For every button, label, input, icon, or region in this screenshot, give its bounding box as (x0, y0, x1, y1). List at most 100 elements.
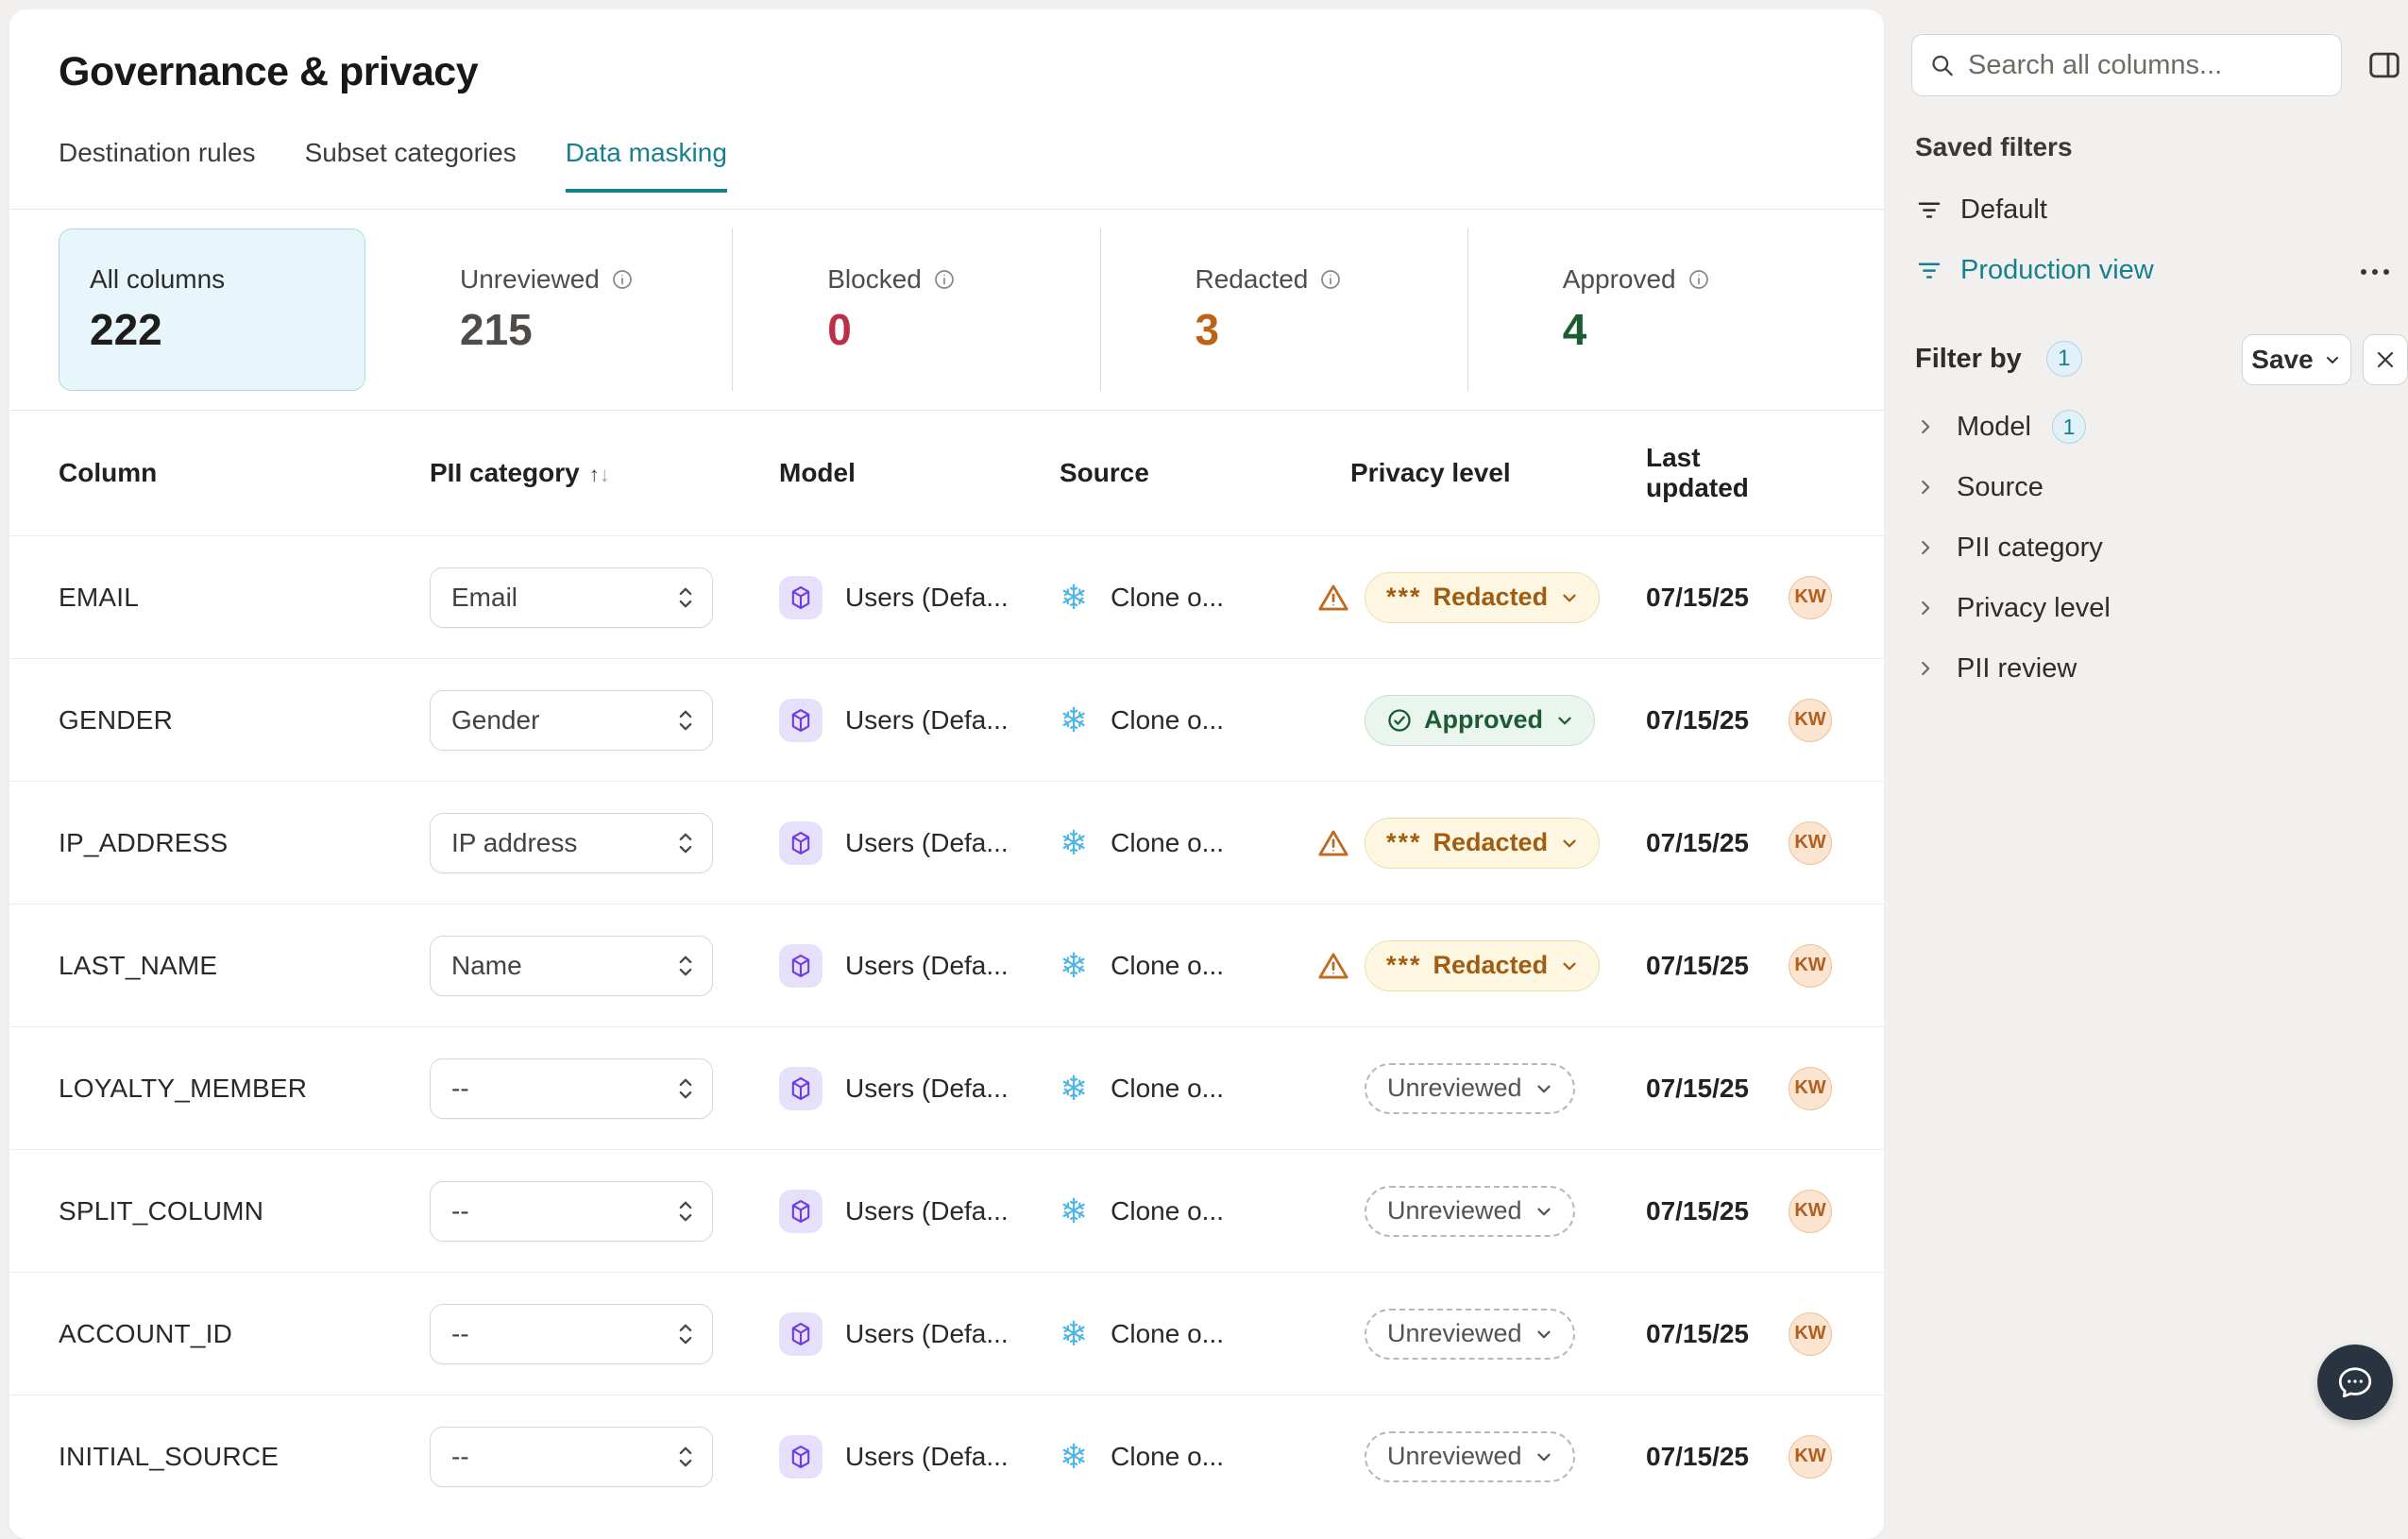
filter-group-label: PII review (1957, 652, 2077, 684)
chevron-right-icon (1922, 600, 1930, 616)
avatar[interactable]: KW (1789, 1066, 1832, 1110)
source-cell[interactable]: ❄ Clone o... (1060, 825, 1317, 860)
stepper-icon (679, 1201, 692, 1221)
saved-filter-label: Default (1960, 194, 2047, 225)
filter-group[interactable]: Privacy level (1915, 578, 2382, 638)
table-row: EMAIL Email Users (Defa... ❄ Clone o... … (9, 535, 1884, 658)
header-model[interactable]: Model (779, 458, 1060, 488)
model-name: Users (Defa... (845, 827, 1009, 857)
tab[interactable]: Destination rules (59, 138, 256, 193)
filter-group[interactable]: PII review (1915, 638, 2382, 699)
pii-select-value: -- (451, 1195, 469, 1226)
model-name: Users (Defa... (845, 1195, 1009, 1226)
avatar[interactable]: KW (1789, 820, 1832, 865)
stepper-icon (679, 587, 692, 607)
pii-category-select[interactable]: Email (430, 567, 713, 628)
filter-group[interactable]: PII category (1915, 517, 2382, 578)
stepper-icon (679, 1078, 692, 1098)
avatar[interactable]: KW (1789, 698, 1832, 742)
stat-all-columns[interactable]: All columns 222 (59, 228, 365, 391)
header-last-updated[interactable]: Last updated (1601, 443, 1789, 503)
chevron-right-icon (1922, 419, 1930, 434)
model-cell[interactable]: Users (Defa... (779, 820, 1060, 865)
chat-fab-button[interactable] (2317, 1345, 2393, 1420)
model-cell[interactable]: Users (Defa... (779, 698, 1060, 742)
source-cell[interactable]: ❄ Clone o... (1060, 1316, 1317, 1351)
privacy-badge[interactable]: Approved (1365, 694, 1596, 746)
avatar[interactable]: KW (1789, 1434, 1832, 1479)
privacy-badge[interactable]: *** Redacted (1365, 939, 1601, 991)
filter-group[interactable]: Model 1 (1915, 397, 2382, 457)
tab[interactable]: Data masking (565, 138, 727, 193)
model-name: Users (Defa... (845, 1441, 1009, 1471)
stat-item[interactable]: Blocked 0 (732, 228, 1099, 391)
search-input[interactable] (1968, 49, 2324, 81)
saved-filter-item[interactable]: Default (1915, 179, 2382, 240)
header-pii-category[interactable]: PII category ↑↓ (430, 458, 779, 488)
filter-icon (1918, 202, 1941, 218)
filter-group[interactable]: Source (1915, 457, 2382, 517)
pii-category-select[interactable]: -- (430, 1303, 713, 1364)
model-cube-icon (779, 943, 822, 988)
source-cell[interactable]: ❄ Clone o... (1060, 1193, 1317, 1228)
table-header: Column PII category ↑↓ Model Source Priva… (9, 411, 1884, 535)
sort-icon[interactable]: ↑↓ (589, 463, 610, 486)
privacy-badge[interactable]: Unreviewed (1365, 1430, 1575, 1482)
privacy-badge[interactable]: Unreviewed (1365, 1185, 1575, 1237)
model-cell[interactable]: Users (Defa... (779, 943, 1060, 988)
avatar[interactable]: KW (1789, 575, 1832, 619)
privacy-label: Unreviewed (1387, 1319, 1522, 1347)
column-name: LOYALTY_MEMBER (59, 1073, 308, 1103)
saved-filter-menu-button[interactable] (2361, 261, 2404, 283)
model-cell[interactable]: Users (Defa... (779, 1066, 1060, 1110)
privacy-cell: *** Redacted (1317, 571, 1601, 623)
stat-item[interactable]: Redacted 3 (1099, 228, 1467, 391)
tab[interactable]: Subset categories (305, 138, 517, 193)
table-row: ACCOUNT_ID -- Users (Defa... ❄ Clone o..… (9, 1272, 1884, 1395)
tab-label: Subset categories (304, 138, 517, 167)
stat-item[interactable]: Unreviewed 215 (365, 228, 732, 391)
close-filters-button[interactable] (2363, 334, 2408, 385)
model-cell[interactable]: Users (Defa... (779, 1434, 1060, 1479)
pii-category-select[interactable]: -- (430, 1426, 713, 1487)
source-cell[interactable]: ❄ Clone o... (1060, 1439, 1317, 1474)
info-icon (613, 270, 632, 289)
header-column[interactable]: Column (59, 458, 430, 488)
filter-group-count: 1 (2052, 410, 2086, 444)
source-cell[interactable]: ❄ Clone o... (1060, 702, 1317, 737)
model-cell[interactable]: Users (Defa... (779, 575, 1060, 619)
table-row: SPLIT_COLUMN -- Users (Defa... ❄ Clone o… (9, 1149, 1884, 1272)
source-cell[interactable]: ❄ Clone o... (1060, 580, 1317, 615)
privacy-badge[interactable]: Unreviewed (1365, 1062, 1575, 1114)
pii-category-select[interactable]: -- (430, 1057, 713, 1119)
stat-item[interactable]: Approved 4 (1467, 228, 1835, 391)
stepper-icon (679, 1324, 692, 1344)
source-cell[interactable]: ❄ Clone o... (1060, 1071, 1317, 1106)
saved-filter-item[interactable]: Production view (1915, 240, 2382, 300)
pii-category-select[interactable]: IP address (430, 812, 713, 873)
avatar[interactable]: KW (1789, 943, 1832, 988)
redaction-asterisks: *** (1386, 951, 1422, 979)
filter-group-label: Model (1957, 411, 2031, 442)
save-filter-button[interactable]: Save (2242, 334, 2351, 385)
filter-by-label: Filter by (1915, 343, 2022, 374)
privacy-badge[interactable]: *** Redacted (1365, 817, 1601, 869)
privacy-badge[interactable]: Unreviewed (1365, 1308, 1575, 1360)
table-row: GENDER Gender Users (Defa... ❄ Clone o..… (9, 658, 1884, 781)
header-privacy-level[interactable]: Privacy level (1317, 458, 1601, 488)
pii-category-select[interactable]: -- (430, 1180, 713, 1242)
model-cell[interactable]: Users (Defa... (779, 1311, 1060, 1356)
avatar[interactable]: KW (1789, 1311, 1832, 1356)
last-updated: 07/15/25 (1646, 704, 1749, 735)
avatar[interactable]: KW (1789, 1189, 1832, 1233)
pii-category-select[interactable]: Name (430, 935, 713, 996)
snowflake-icon: ❄ (1060, 945, 1089, 985)
model-cell[interactable]: Users (Defa... (779, 1189, 1060, 1233)
header-source[interactable]: Source (1060, 458, 1317, 488)
panel-toggle-icon[interactable] (2366, 47, 2402, 83)
pii-category-select[interactable]: Gender (430, 689, 713, 751)
privacy-label: Redacted (1433, 828, 1549, 856)
search-box[interactable] (1911, 34, 2342, 96)
source-cell[interactable]: ❄ Clone o... (1060, 945, 1317, 985)
privacy-badge[interactable]: *** Redacted (1365, 571, 1601, 623)
